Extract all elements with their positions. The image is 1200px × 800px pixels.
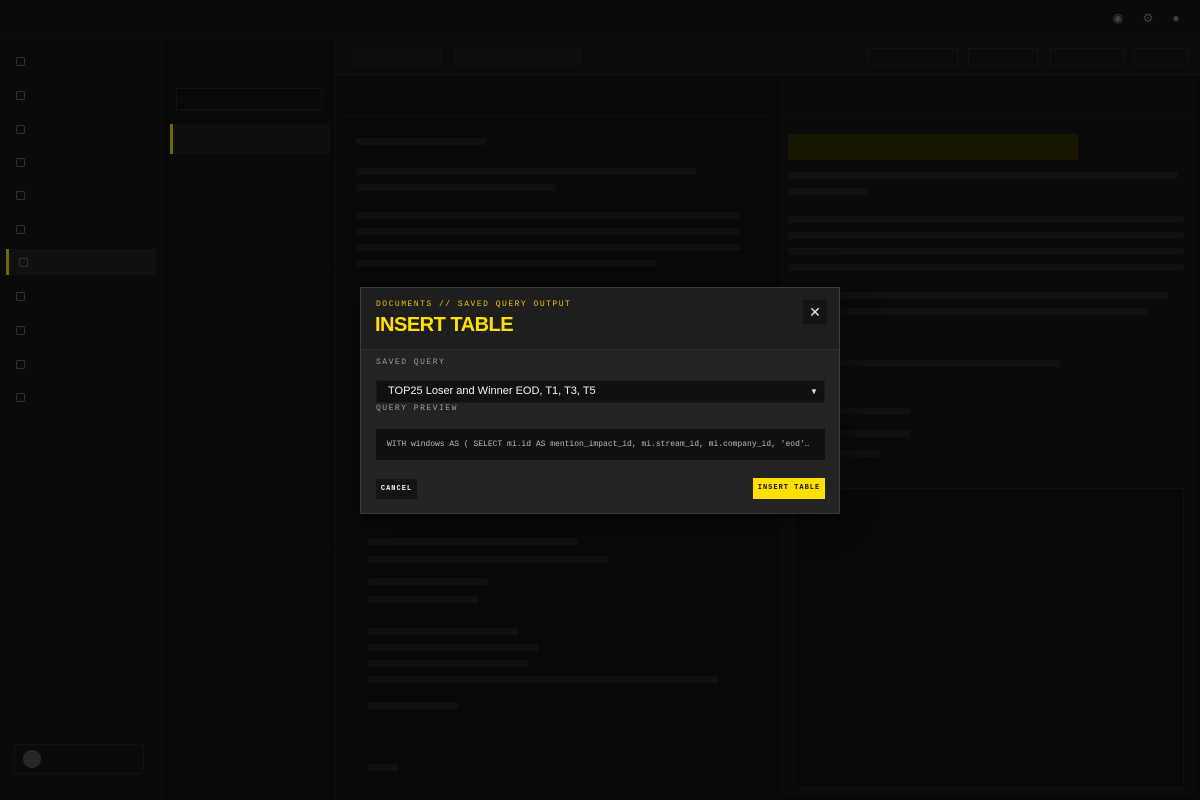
dialog-header: DOCUMENTS // SAVED QUERY OUTPUT INSERT T…: [361, 288, 839, 350]
dialog-title: INSERT TABLE: [375, 314, 514, 336]
saved-query-label: SAVED QUERY: [376, 358, 446, 367]
saved-query-value: TOP25 Loser and Winner EOD, T1, T3, T5: [388, 385, 596, 397]
cancel-button[interactable]: CANCEL: [376, 479, 417, 499]
dialog-kicker: DOCUMENTS // SAVED QUERY OUTPUT: [376, 300, 572, 309]
insert-table-dialog: DOCUMENTS // SAVED QUERY OUTPUT INSERT T…: [360, 287, 840, 514]
insert-table-button[interactable]: INSERT TABLE: [753, 478, 825, 499]
chevron-down-icon: ▼: [810, 387, 818, 396]
dialog-body: SAVED QUERY TOP25 Loser and Winner EOD, …: [361, 350, 839, 513]
query-preview: WITH windows AS ( SELECT mi.id AS mentio…: [376, 429, 825, 460]
query-preview-label: QUERY PREVIEW: [376, 404, 458, 413]
close-icon[interactable]: ✕: [803, 300, 827, 324]
saved-query-select[interactable]: TOP25 Loser and Winner EOD, T1, T3, T5 ▼: [376, 380, 825, 403]
